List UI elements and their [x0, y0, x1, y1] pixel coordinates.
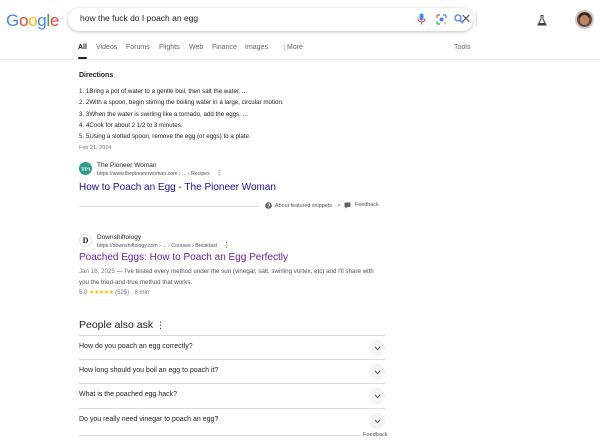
- search-icon[interactable]: [452, 12, 466, 26]
- paa-question[interactable]: How long should you boil an egg to poach…: [79, 359, 385, 383]
- more-options-icon[interactable]: ⋮: [223, 242, 230, 249]
- rating-row: 5.0 ★★★★★ (525) · 8 min: [79, 289, 149, 296]
- list-item: 3. 3When the water is swirling like a to…: [79, 110, 248, 118]
- snippet-heading: Directions: [79, 72, 114, 79]
- snippet-date: Feb 21, 2024: [79, 145, 112, 151]
- chevron-down-icon[interactable]: [369, 364, 385, 380]
- search-tabs: All Videos Forums Flights Web Finance Im…: [0, 42, 600, 60]
- rating-value: 5.0: [79, 290, 88, 296]
- result-description: Jan 16, 2025 — I've tested every method …: [79, 266, 379, 288]
- feedback-icon: [344, 202, 351, 209]
- feedback-link[interactable]: Feedback: [361, 432, 388, 438]
- svg-text:?: ?: [267, 204, 270, 210]
- site-url: https://www.thepioneerwoman.com › ... › …: [97, 171, 210, 177]
- account-avatar[interactable]: [575, 10, 594, 29]
- more-options-icon[interactable]: ⋮: [216, 170, 223, 177]
- about-featured-snippets-link[interactable]: ? About featured snippets •: [265, 202, 351, 209]
- chevron-down-icon[interactable]: [369, 413, 385, 429]
- paa-question[interactable]: Do you really need vinegar to poach an e…: [79, 408, 385, 432]
- people-also-ask-heading: People also ask: [79, 319, 154, 331]
- tab-images[interactable]: Images: [245, 44, 268, 51]
- avatar-face: [580, 15, 589, 25]
- tab-videos[interactable]: Videos: [96, 44, 117, 51]
- site-url-row: https://www.thepioneerwoman.com › ... › …: [97, 170, 223, 178]
- site-name: Downshiftology: [97, 234, 142, 241]
- result-date: Jan 16, 2025: [79, 268, 115, 275]
- question-text: Do you really need vinegar to poach an e…: [79, 416, 219, 423]
- active-tab-indicator: [78, 57, 87, 59]
- google-lens-icon[interactable]: [434, 12, 448, 26]
- question-text: How do you poach an egg correctly?: [79, 343, 193, 350]
- help-icon: ?: [265, 202, 272, 209]
- chevron-down-icon[interactable]: [369, 388, 385, 404]
- featured-snippet: Directions 1. 1Bring a pot of water to a…: [79, 72, 389, 144]
- chevron-down-icon[interactable]: [369, 340, 385, 356]
- tab-more[interactable]: More: [287, 44, 303, 51]
- divider: [79, 435, 385, 436]
- site-name: The Pioneer Woman: [97, 162, 157, 169]
- search-input[interactable]: how the fuck do I poach an egg: [80, 13, 198, 23]
- result-title-link[interactable]: Poached Eggs: How to Poach an Egg Perfec…: [79, 252, 288, 263]
- list-item: 1. 1Bring a pot of water to a gentle boi…: [79, 88, 248, 95]
- review-count: (525): [115, 290, 130, 296]
- tab-flights[interactable]: Flights: [159, 44, 180, 51]
- star-rating-icon: ★★★★★: [89, 290, 114, 296]
- paa-question[interactable]: How do you poach an egg correctly?: [79, 335, 385, 359]
- question-text: How long should you boil an egg to poach…: [79, 367, 219, 374]
- list-item: 2. 2With a spoon, begin stirring the boi…: [79, 99, 284, 107]
- downshiftology-favicon-icon: D: [79, 234, 92, 247]
- result-source-downshiftology[interactable]: D Downshiftology https://downshiftology.…: [79, 234, 230, 250]
- more-options-icon[interactable]: ⋮: [156, 320, 165, 331]
- divider: [79, 206, 259, 207]
- tab-all[interactable]: All: [78, 44, 87, 51]
- list-item: 5. 5Using a slotted spoon, remove the eg…: [79, 133, 251, 141]
- separator: •: [337, 202, 340, 209]
- feedback-link[interactable]: Feedback: [355, 202, 379, 208]
- svg-text:TPW: TPW: [81, 167, 90, 172]
- search-box[interactable]: how the fuck do I poach an egg ✕: [68, 8, 477, 31]
- tools-button[interactable]: Tools: [454, 44, 470, 51]
- site-url-row: https://downshiftology.com › ... › Cours…: [97, 242, 230, 250]
- tab-web[interactable]: Web: [189, 44, 203, 51]
- cook-time: · 8 min: [130, 290, 150, 296]
- divider: [476, 13, 477, 26]
- result-title-link[interactable]: How to Poach an Egg - The Pioneer Woman: [79, 182, 276, 193]
- site-url: https://downshiftology.com › ... › Cours…: [97, 243, 218, 249]
- snippet-footer: ? About featured snippets • Feedback: [79, 202, 385, 212]
- microphone-icon[interactable]: [414, 12, 428, 26]
- labs-flask-icon[interactable]: [537, 13, 547, 31]
- paa-question[interactable]: What is the poached egg hack?: [79, 383, 385, 407]
- tab-finance[interactable]: Finance: [212, 44, 237, 51]
- result-snippet: — I've tested every method under the sun…: [79, 268, 374, 286]
- result-source-pioneer[interactable]: TPW The Pioneer Woman https://www.thepio…: [79, 162, 223, 178]
- list-item: 4. 4Cook for about 2 1/2 to 3 minutes.: [79, 121, 183, 129]
- directions-list: 1. 1Bring a pot of water to a gentle boi…: [79, 88, 389, 144]
- about-label: About featured snippets: [275, 202, 332, 209]
- question-text: What is the poached egg hack?: [79, 391, 178, 398]
- pioneer-woman-favicon-icon: TPW: [79, 162, 92, 175]
- google-logo[interactable]: Google: [6, 11, 59, 31]
- tab-forums[interactable]: Forums: [126, 44, 150, 51]
